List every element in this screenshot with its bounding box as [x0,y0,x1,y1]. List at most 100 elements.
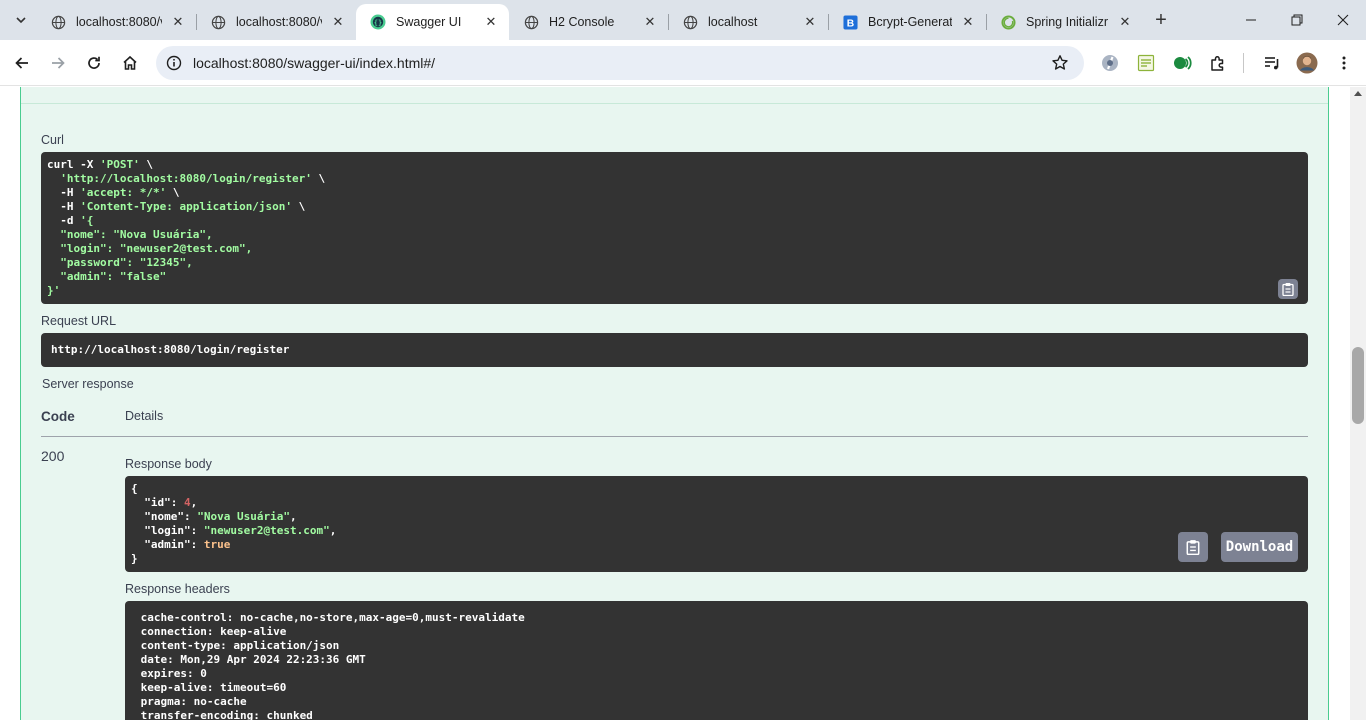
json-value: "Nova Usuária" [197,510,290,523]
header-line: pragma: no-cache [134,695,254,708]
close-icon[interactable]: ✕ [960,14,976,30]
operation-divider [21,103,1328,104]
header-line: content-type: application/json [134,639,346,652]
copy-curl-button[interactable] [1278,279,1298,299]
close-window-button[interactable] [1320,0,1366,40]
close-icon[interactable]: ✕ [802,14,818,30]
close-icon[interactable]: ✕ [1117,14,1133,30]
close-icon[interactable]: ✕ [170,14,186,30]
tab-h2-console[interactable]: H2 Console ✕ [509,4,668,40]
json-key: "login" [144,524,191,537]
extension-icon-3[interactable] [1171,52,1193,74]
arrow-right-icon [52,57,65,69]
profile-avatar[interactable] [1296,52,1318,74]
curl-line: curl -X 'POST' \ [47,158,153,171]
curl-line: -d '{ [47,214,94,227]
kebab-menu-icon [1342,56,1346,70]
close-icon[interactable]: ✕ [330,14,346,30]
tab-localhost-1[interactable]: localhost:8080/v ✕ [36,4,196,40]
curl-line: "nome": "Nova Usuária", [47,228,213,241]
arrow-left-icon [15,57,28,69]
tab-title: localhost [708,15,758,29]
curl-code-block[interactable]: curl -X 'POST' \ 'http://localhost:8080/… [41,152,1308,304]
json-brace: } [131,552,138,565]
curl-line: 'http://localhost:8080/login/register' \ [60,172,326,185]
reload-icon [88,56,100,69]
globe-icon [50,14,66,30]
address-bar[interactable]: localhost:8080/swagger-ui/index.html#/ [156,46,1084,80]
request-url-label: Request URL [41,314,117,328]
extension-icon-1[interactable] [1099,52,1121,74]
browser-menu-button[interactable] [1333,52,1355,74]
swagger-icon: {} [370,14,386,30]
scrollbar-thumb[interactable] [1352,347,1364,424]
close-icon [1337,14,1349,26]
curl-line: "login": "newuser2@test.com", [47,242,253,255]
restore-button[interactable] [1274,0,1320,40]
globe-icon [682,14,698,30]
download-button[interactable]: Download [1221,532,1298,562]
json-key: "nome" [144,510,184,523]
url-text[interactable]: localhost:8080/swagger-ui/index.html#/ [193,55,435,71]
site-info-icon[interactable] [164,53,184,73]
copy-response-button[interactable] [1178,532,1208,562]
extensions-puzzle-icon[interactable] [1207,52,1229,74]
response-body-label: Response body [125,457,212,471]
new-tab-button[interactable]: + [1149,8,1173,32]
minimize-button[interactable] [1228,0,1274,40]
response-headers-label: Response headers [125,582,230,596]
reload-button[interactable] [80,49,108,77]
extension-icon-2[interactable] [1135,52,1157,74]
tab-localhost-2[interactable]: localhost:8080/v ✕ [196,4,356,40]
tab-title: localhost:8080/v [236,15,322,29]
json-value: true [203,538,231,551]
clipboard-icon [1282,283,1294,296]
restore-icon [1291,14,1303,26]
tab-bcrypt-generator[interactable]: B Bcrypt-Generato ✕ [828,4,986,40]
response-body-block[interactable]: { "id": 4, "nome": "Nova Usuária", "logi… [125,476,1308,572]
response-headers-text: cache-control: no-cache,no-store,max-age… [134,611,531,720]
plus-icon: + [1155,8,1167,31]
curl-line: -H 'accept: */*' \ [47,186,180,199]
globe-icon [210,14,226,30]
forward-button[interactable] [44,49,72,77]
tab-title: Swagger UI [396,15,462,29]
header-line: date: Mon,29 Apr 2024 22:23:36 GMT [134,653,373,666]
toolbar-divider [1243,53,1244,73]
curl-label: Curl [41,133,64,147]
server-response-label: Server response [42,377,134,391]
media-controls-icon[interactable] [1261,52,1283,74]
tab-search-button[interactable] [8,7,34,33]
bcrypt-icon: B [842,14,858,30]
column-header-details: Details [125,409,164,423]
close-icon[interactable]: ✕ [642,14,658,30]
scroll-up-arrow-icon[interactable] [1354,91,1362,96]
tab-swagger-ui[interactable]: {} Swagger UI ✕ [356,4,509,40]
curl-line: "admin": "false" [47,270,167,283]
json-value: 4 [184,496,191,509]
minimize-icon [1246,19,1256,21]
response-headers-block[interactable]: cache-control: no-cache,no-store,max-age… [125,601,1308,720]
tab-title: Bcrypt-Generato [868,15,952,29]
table-header-divider [41,436,1308,437]
request-url-text: http://localhost:8080/login/register [51,343,290,356]
request-url-block[interactable]: http://localhost:8080/login/register [41,333,1308,367]
header-line: transfer-encoding: chunked [134,709,320,720]
tab-spring-initializr[interactable]: Spring Initializr ✕ [986,4,1143,40]
bookmark-star-icon[interactable] [1050,53,1070,73]
tab-localhost-3[interactable]: localhost ✕ [668,4,828,40]
curl-line: -H 'Content-Type: application/json' \ [47,200,306,213]
globe-icon [523,14,539,30]
browser-toolbar: localhost:8080/swagger-ui/index.html#/ [0,40,1366,86]
home-button[interactable] [116,49,144,77]
page-scrollbar[interactable] [1350,87,1366,720]
tab-title: localhost:8080/v [76,15,162,29]
page-viewport: Curl curl -X 'POST' \ 'http://localhost:… [0,87,1350,720]
back-button[interactable] [8,49,36,77]
header-line: expires: 0 [134,667,214,680]
svg-text:{}: {} [374,19,382,27]
header-line: keep-alive: timeout=60 [134,681,293,694]
tab-strip: localhost:8080/v ✕ localhost:8080/v ✕ {}… [0,0,1366,40]
close-icon[interactable]: ✕ [483,14,499,30]
tab-title: Spring Initializr [1026,15,1108,29]
